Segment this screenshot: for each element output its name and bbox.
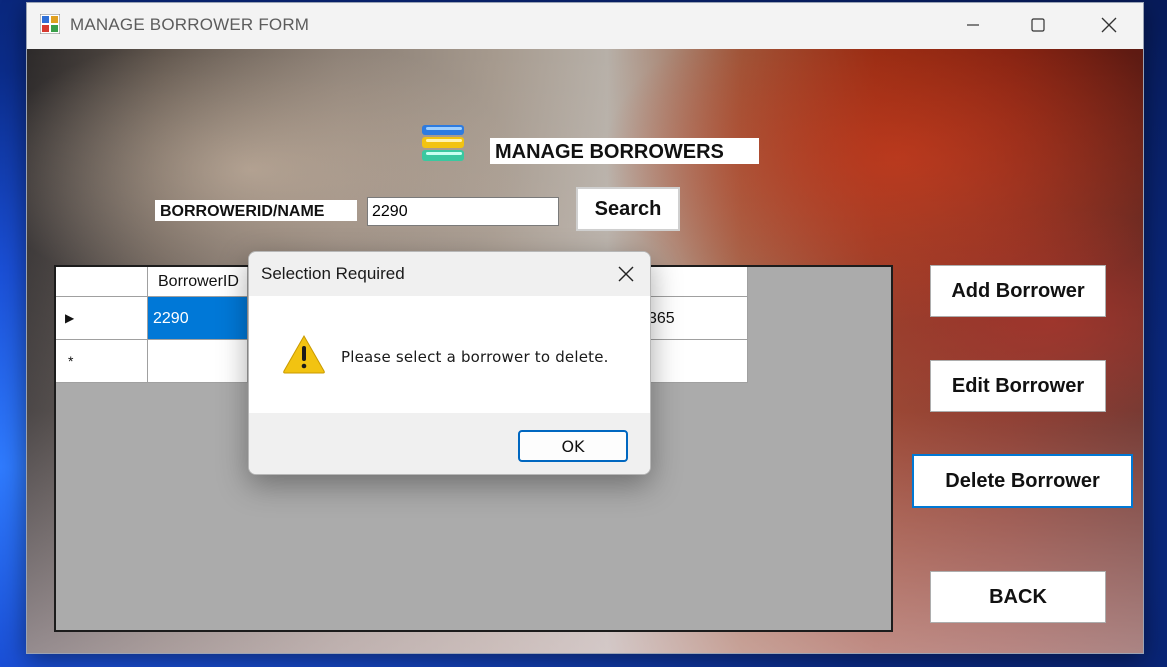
search-input[interactable]: [367, 197, 559, 226]
maximize-icon: [1031, 18, 1045, 32]
table-cell-fragment[interactable]: 365: [648, 297, 748, 340]
dialog-body: Please select a borrower to delete.: [249, 296, 650, 413]
books-icon: [422, 125, 464, 161]
dialog-close-button[interactable]: [610, 258, 642, 290]
dialog-footer: OK: [249, 413, 650, 474]
table-cell-new-borrowerid[interactable]: [148, 340, 248, 383]
close-button[interactable]: [1077, 3, 1141, 47]
dialog-message: Please select a borrower to delete.: [341, 348, 609, 366]
search-label: BORROWERID/NAME: [155, 200, 357, 221]
form-app-icon: [40, 14, 60, 34]
window-title: MANAGE BORROWER FORM: [70, 15, 310, 34]
page-title: MANAGE BORROWERS: [490, 138, 759, 164]
minimize-icon: [967, 24, 979, 26]
dialog-title: Selection Required: [261, 264, 405, 283]
cell-text-fragment: 365: [648, 310, 675, 327]
minimize-button[interactable]: [941, 3, 1005, 47]
row-header-corner: [56, 267, 148, 297]
current-row-marker: ▶: [65, 311, 75, 325]
title-bar[interactable]: MANAGE BORROWER FORM: [27, 3, 1143, 49]
add-borrower-button[interactable]: Add Borrower: [930, 265, 1106, 317]
close-icon: [618, 266, 634, 282]
table-cell-borrowerid[interactable]: 2290: [148, 297, 248, 340]
row-header-new[interactable]: *: [56, 340, 148, 383]
selection-required-dialog: Selection Required Please select a borro…: [248, 251, 651, 475]
edit-borrower-button[interactable]: Edit Borrower: [930, 360, 1106, 412]
dialog-title-bar[interactable]: Selection Required: [249, 252, 650, 296]
delete-borrower-button[interactable]: Delete Borrower: [912, 454, 1133, 508]
back-button[interactable]: BACK: [930, 571, 1106, 623]
ok-button[interactable]: OK: [518, 430, 628, 462]
column-header-borrowerid[interactable]: BorrowerID: [148, 267, 248, 297]
row-header-current[interactable]: ▶: [56, 297, 148, 340]
close-icon: [1101, 17, 1117, 33]
new-row-marker: *: [68, 353, 74, 369]
search-button[interactable]: Search: [576, 187, 680, 231]
warning-icon: [283, 334, 325, 374]
maximize-button[interactable]: [1006, 3, 1070, 47]
